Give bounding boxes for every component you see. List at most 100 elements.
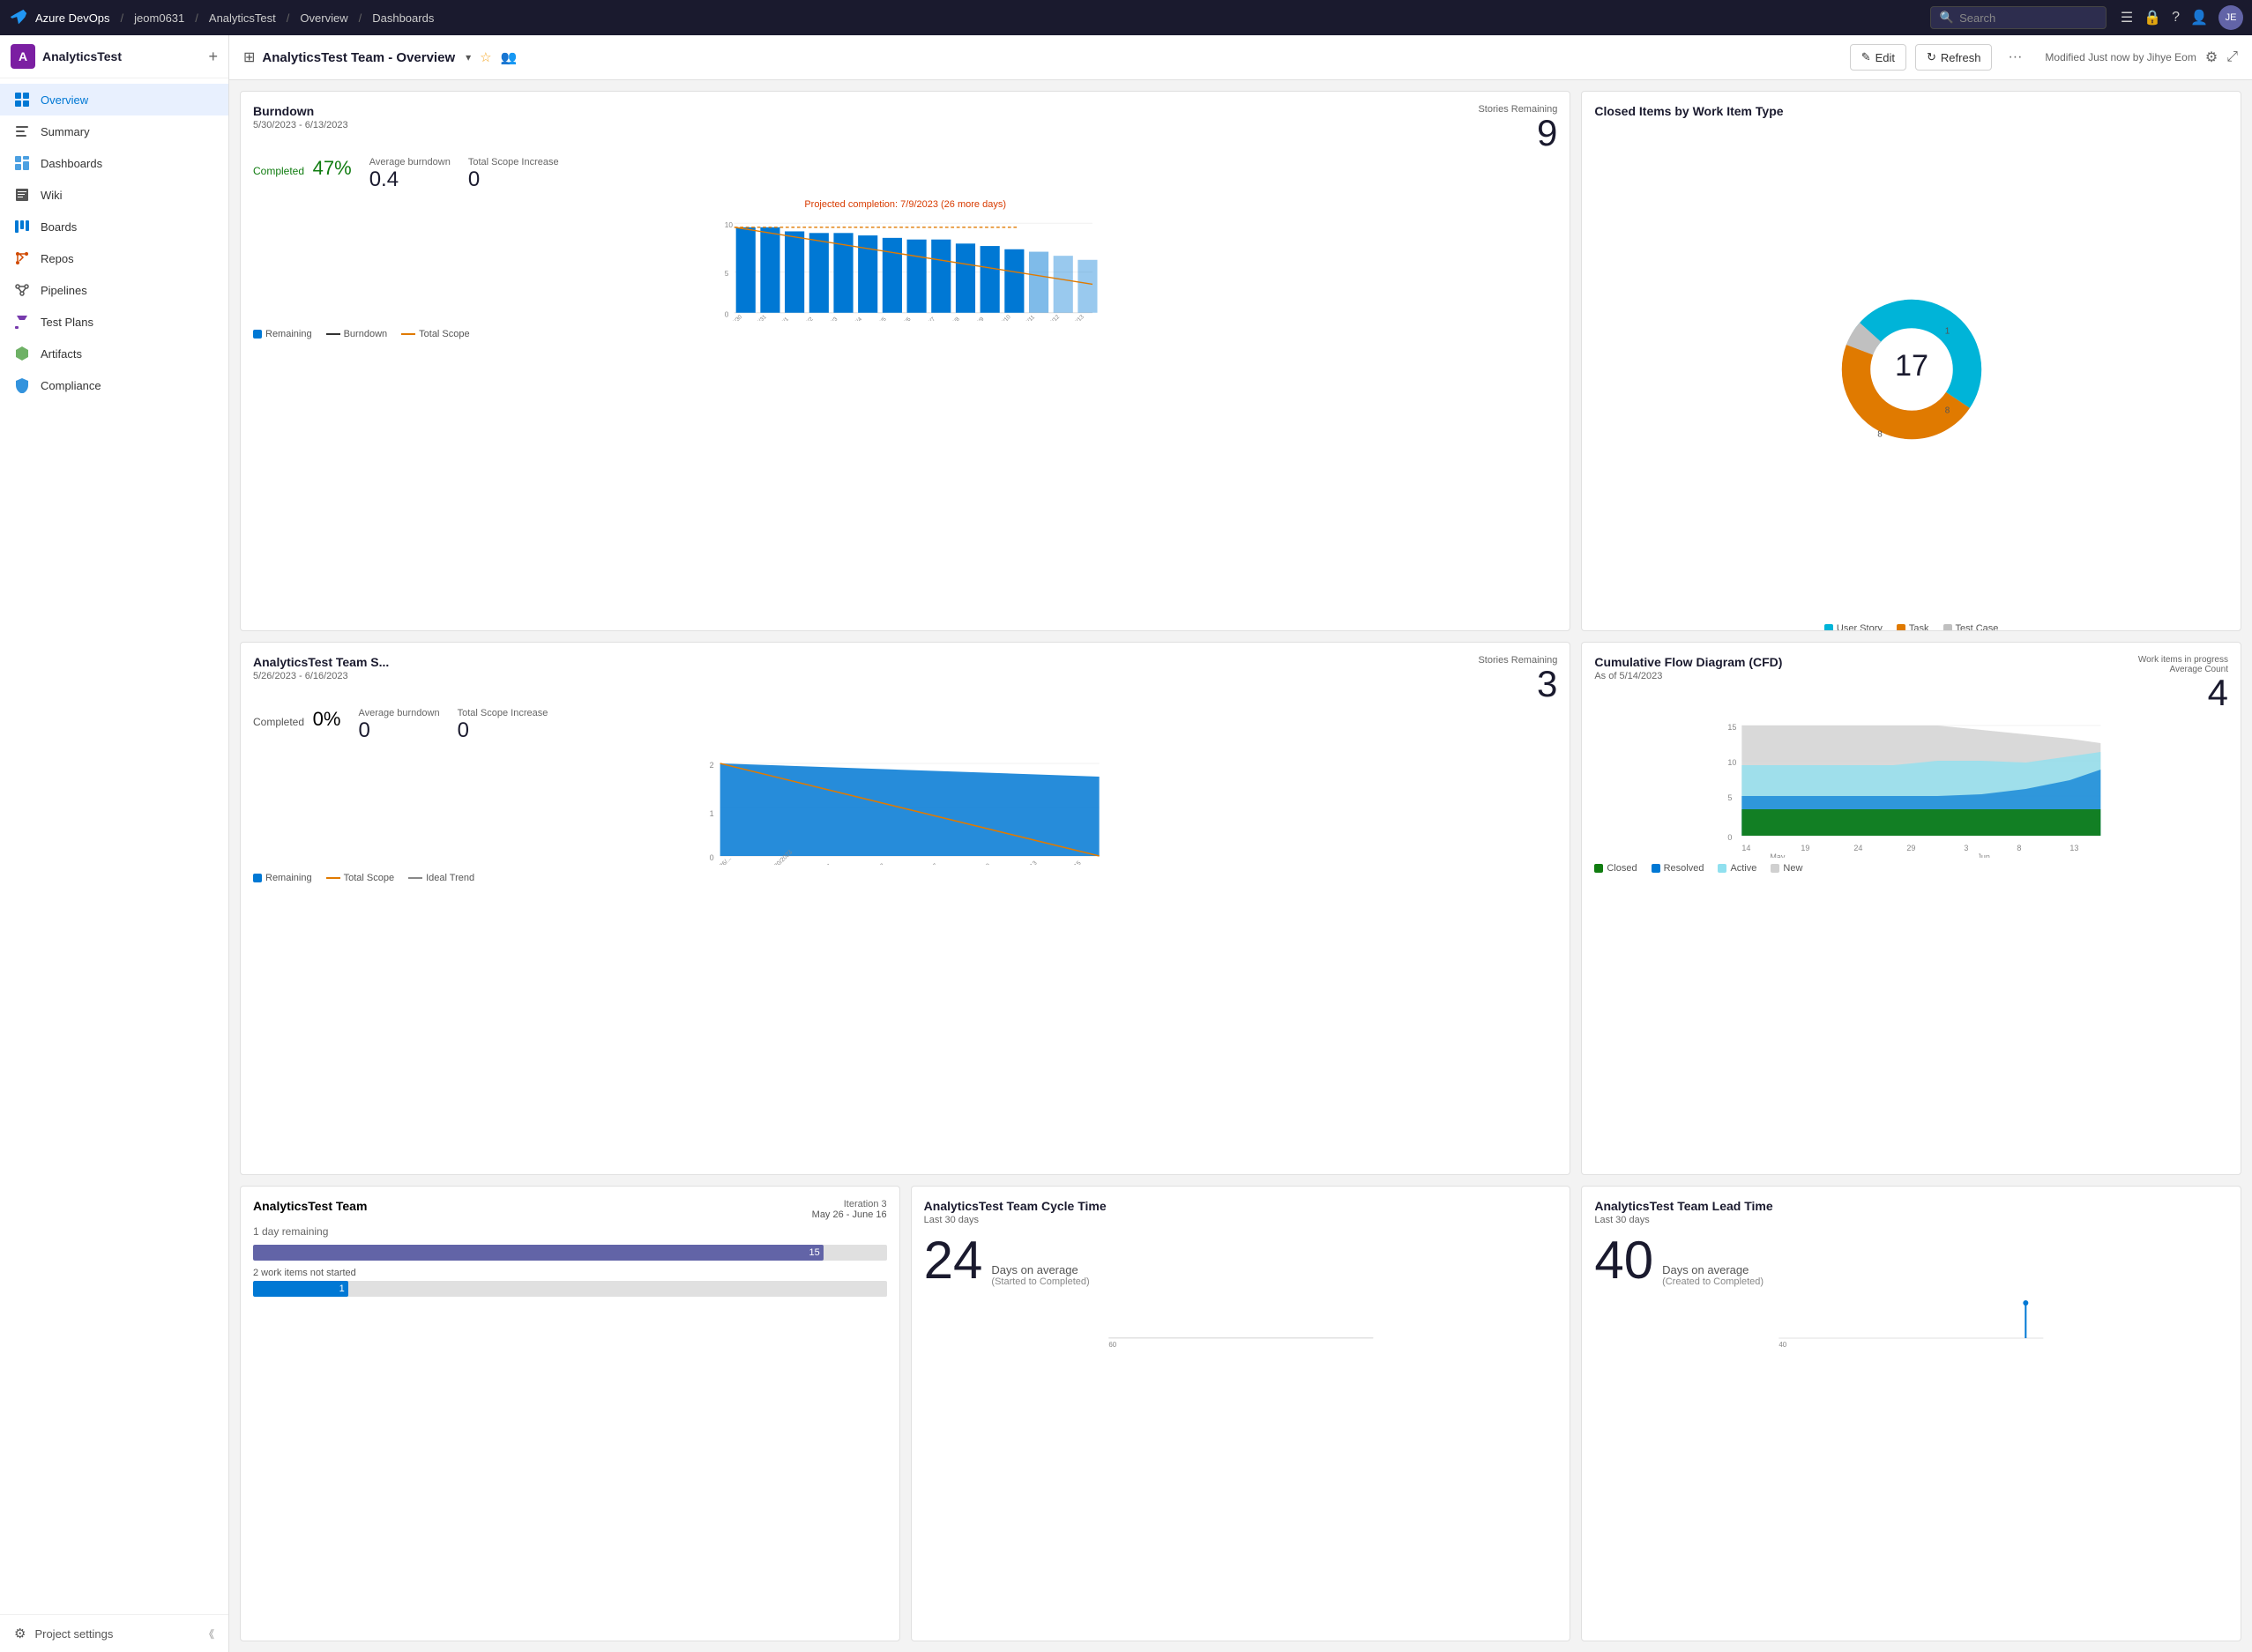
burndown-chart-svg: 10 5 0 <box>253 215 1557 321</box>
dashboard-toolbar: ⊞ AnalyticsTest Team - Overview ▾ ☆ 👥 ✎ … <box>229 35 2252 80</box>
sidebar-item-dashboards[interactable]: Dashboards <box>0 147 228 179</box>
iteration-dates: May 26 - June 16 <box>812 1209 887 1220</box>
fullscreen-icon[interactable]: ⤢ <box>2226 49 2238 65</box>
sprint-avg-value: 0 <box>358 718 439 743</box>
sidebar-item-pipelines[interactable]: Pipelines <box>0 274 228 306</box>
svg-text:10: 10 <box>725 220 734 229</box>
cfd-chart-svg: 15 10 5 0 <box>1594 717 2228 858</box>
task-label: Task <box>1909 623 1929 631</box>
resolved-dot <box>1652 864 1660 873</box>
lead-subtitle: Last 30 days <box>1594 1215 2228 1225</box>
sidebar-item-testplans[interactable]: Test Plans <box>0 306 228 338</box>
repos-icon <box>14 250 30 266</box>
dashboard-grid-icon: ⊞ <box>243 48 255 66</box>
dashboard-grid: Burndown 5/30/2023 - 6/13/2023 Stories R… <box>229 80 2252 1652</box>
not-started-label: 2 work items not started <box>253 1268 887 1278</box>
userstory-dot <box>1824 624 1833 631</box>
svg-text:6/12: 6/12 <box>1048 314 1061 321</box>
lead-title: AnalyticsTest Team Lead Time <box>1594 1199 2228 1213</box>
resolved-label: Resolved <box>1664 863 1704 874</box>
svg-text:5/30: 5/30 <box>731 314 743 321</box>
active-dot <box>1718 864 1726 873</box>
sprint-ideal-line <box>408 877 422 879</box>
iteration-label: Iteration 3 <box>812 1199 887 1209</box>
lead-days-label: Days on average <box>1662 1263 1764 1276</box>
azure-devops-logo[interactable] <box>9 8 28 27</box>
breadcrumb-page[interactable]: Dashboards <box>372 11 434 25</box>
lead-value: 40 <box>1594 1234 1653 1287</box>
svg-text:6/4: 6/4 <box>854 316 864 321</box>
sprint-totalscope-line <box>326 877 340 879</box>
svg-text:10: 10 <box>1728 758 1737 767</box>
legend-totalscope-line <box>401 333 415 335</box>
bar-fill-1: 15 <box>253 1245 824 1261</box>
sidebar-item-wiki[interactable]: Wiki <box>0 179 228 211</box>
sidebar-item-summary[interactable]: Summary <box>0 115 228 147</box>
sidebar-item-repos[interactable]: Repos <box>0 242 228 274</box>
legend-testcase: Test Case <box>1943 623 1999 631</box>
sprint-scope-stat: Total Scope Increase 0 <box>458 708 548 743</box>
compliance-icon <box>14 377 30 393</box>
search-input[interactable] <box>1959 11 2097 25</box>
notifications-icon[interactable]: ☰ <box>2121 9 2133 26</box>
bar-track-2: 1 <box>253 1281 887 1297</box>
shield-icon[interactable]: 🔒 <box>2144 9 2161 26</box>
settings-icon[interactable]: 👤 <box>2190 9 2208 26</box>
svg-text:1: 1 <box>1944 326 1950 336</box>
sidebar-item-overview[interactable]: Overview <box>0 84 228 115</box>
edit-button[interactable]: ✎ Edit <box>1850 44 1906 71</box>
brand-name[interactable]: Azure DevOps <box>35 11 110 25</box>
svg-text:6/15: 6/15 <box>1070 860 1083 865</box>
sidebar-item-artifacts[interactable]: Artifacts <box>0 338 228 369</box>
sprint-legend-remaining: Remaining <box>253 873 312 883</box>
svg-text:8: 8 <box>1877 429 1883 439</box>
donut-chart-area: 17 8 8 1 <box>1594 120 2228 618</box>
svg-text:0: 0 <box>710 853 714 862</box>
iteration-remaining: 1 day remaining <box>253 1225 887 1238</box>
project-settings[interactable]: ⚙ Project settings 《 <box>0 1614 228 1652</box>
svg-text:5/31: 5/31 <box>756 314 768 321</box>
active-label: Active <box>1730 863 1756 874</box>
sprint-stats: Completed 0% Average burndown 0 Total Sc… <box>253 708 1557 743</box>
more-options-icon[interactable]: ··· <box>2001 44 2029 71</box>
testcase-label: Test Case <box>1956 623 1999 631</box>
breadcrumb-project[interactable]: AnalyticsTest <box>209 11 276 25</box>
breadcrumb-section[interactable]: Overview <box>300 11 347 25</box>
summary-icon <box>14 123 30 139</box>
dashboard-dropdown-arrow[interactable]: ▾ <box>466 51 471 63</box>
iteration-meta: Iteration 3 May 26 - June 16 <box>812 1199 887 1220</box>
svg-text:19: 19 <box>1801 844 1810 852</box>
collapse-icon[interactable]: 《 <box>204 1626 214 1641</box>
burndown-title: Burndown <box>253 104 348 118</box>
help-icon[interactable]: ? <box>2172 10 2180 26</box>
sidebar-item-compliance[interactable]: Compliance <box>0 369 228 401</box>
bar-row-1: 15 <box>253 1245 887 1261</box>
svg-text:6/1: 6/1 <box>780 316 791 321</box>
sprint-burndown-header: AnalyticsTest Team S... 5/26/2023 - 6/16… <box>253 655 1557 703</box>
legend-user-story: User Story <box>1824 623 1883 631</box>
favorite-star-icon[interactable]: ☆ <box>480 49 491 65</box>
donut-legend: User Story Task Test Case <box>1594 623 2228 631</box>
artifacts-icon <box>14 346 30 361</box>
cfd-legend-active: Active <box>1718 863 1756 874</box>
dashboards-icon <box>14 155 30 171</box>
cfd-card: Cumulative Flow Diagram (CFD) As of 5/14… <box>1581 642 2241 1175</box>
add-icon[interactable]: + <box>208 48 218 66</box>
sprint-dates: 5/26/2023 - 6/16/2023 <box>253 671 389 681</box>
breadcrumb-org[interactable]: jeom0631 <box>134 11 184 25</box>
donut-wrapper: 17 8 8 1 User Story <box>1594 120 2228 631</box>
team-icon[interactable]: 👥 <box>501 49 518 65</box>
total-scope-label: Total Scope Increase <box>468 157 559 167</box>
svg-text:6/9: 6/9 <box>981 863 992 865</box>
cfd-legend-closed: Closed <box>1594 863 1637 874</box>
bar-fill-2: 1 <box>253 1281 348 1297</box>
search-box[interactable]: 🔍 <box>1930 6 2107 29</box>
dashboard-settings-icon[interactable]: ⚙ <box>2205 48 2218 66</box>
closed-items-card: Closed Items by Work Item Type <box>1581 91 2241 631</box>
user-avatar[interactable]: JE <box>2218 5 2243 30</box>
iteration-title-area: AnalyticsTest Team <box>253 1199 367 1213</box>
sidebar-item-boards[interactable]: Boards <box>0 211 228 242</box>
svg-text:6/8: 6/8 <box>951 316 962 321</box>
refresh-button[interactable]: ↻ Refresh <box>1915 44 1992 71</box>
wiki-icon <box>14 187 30 203</box>
